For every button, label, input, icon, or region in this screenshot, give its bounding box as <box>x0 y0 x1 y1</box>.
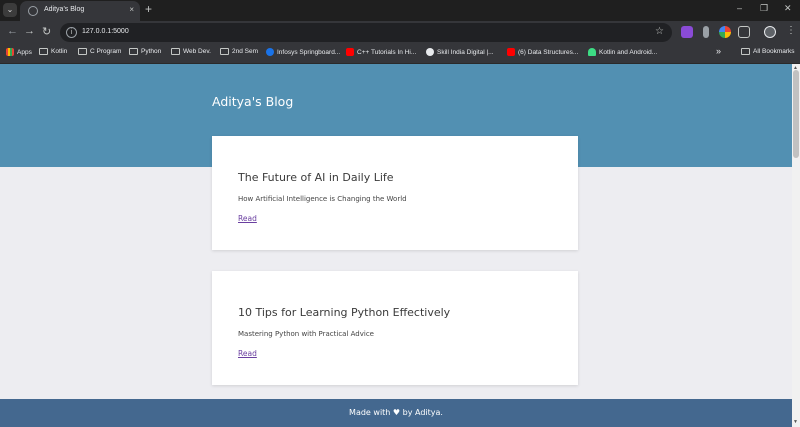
bookmark-data-structures[interactable]: (6) Data Structures... <box>507 48 578 56</box>
post-title: 10 Tips for Learning Python Effectively <box>238 306 451 319</box>
url-text: 127.0.0.1:5000 <box>82 28 129 35</box>
post-title: The Future of AI in Daily Life <box>238 171 394 184</box>
bookmark-label: Kotlin <box>51 48 68 55</box>
microphone-icon[interactable] <box>703 26 709 38</box>
window-close-icon[interactable]: ✕ <box>784 3 792 14</box>
bookmark-label: Apps <box>17 48 32 56</box>
minimize-icon[interactable]: – <box>737 3 742 13</box>
youtube-icon <box>507 48 515 56</box>
bookmark-skill-india[interactable]: Skill India Digital |... <box>426 48 494 56</box>
vertical-scrollbar[interactable]: ▲ ▼ <box>792 64 800 427</box>
bookmark-kotlin-android[interactable]: Kotlin and Android... <box>588 48 657 56</box>
skill-india-icon <box>426 48 434 56</box>
post-card: 10 Tips for Learning Python Effectively … <box>212 271 578 385</box>
globe-icon <box>28 6 38 16</box>
bookmark-label: C++ Tutorials In Hi... <box>357 48 417 56</box>
profile-avatar-icon[interactable] <box>764 26 776 38</box>
bookmarks-bar: Apps Kotlin C Program Python Web Dev. 2n… <box>0 44 800 64</box>
more-bookmarks-chevron-icon[interactable]: » <box>716 46 721 56</box>
bookmark-label: 2nd Sem <box>232 48 259 55</box>
folder-icon <box>220 48 229 55</box>
post-subtitle: Mastering Python with Practical Advice <box>238 330 374 338</box>
tab-strip: ⌄ Aditya's Blog × + – ❐ ✕ <box>0 0 800 21</box>
post-card: The Future of AI in Daily Life How Artif… <box>212 136 578 250</box>
apps-grid-icon <box>6 48 14 56</box>
bookmark-star-icon[interactable]: ☆ <box>655 26 664 37</box>
read-link[interactable]: Read <box>238 214 257 223</box>
maximize-icon[interactable]: ❐ <box>760 3 768 14</box>
tab-title: Aditya's Blog <box>44 6 85 13</box>
tab-search-icon[interactable]: ⌄ <box>3 3 17 17</box>
bookmark-folder-python[interactable]: Python <box>129 48 161 55</box>
bookmark-label: Kotlin and Android... <box>599 48 658 56</box>
reload-icon[interactable]: ↻ <box>42 25 51 38</box>
folder-icon <box>78 48 87 55</box>
tab-close-icon[interactable]: × <box>129 5 134 14</box>
youtube-icon <box>346 48 354 56</box>
bookmark-label: (6) Data Structures... <box>518 48 579 56</box>
scroll-down-icon[interactable]: ▼ <box>793 419 798 425</box>
site-info-icon[interactable]: i <box>66 27 77 38</box>
folder-icon <box>741 48 750 55</box>
web-page: Aditya's Blog The Future of AI in Daily … <box>0 64 792 427</box>
all-bookmarks-button[interactable]: All Bookmarks <box>741 48 795 55</box>
browser-tab[interactable]: Aditya's Blog × <box>20 1 140 21</box>
bookmark-label: Python <box>141 48 162 55</box>
android-icon <box>588 48 596 56</box>
bookmark-cpp-tutorials[interactable]: C++ Tutorials In Hi... <box>346 48 416 56</box>
kebab-menu-icon[interactable]: ⋮ <box>786 25 796 36</box>
extension-icon[interactable] <box>681 26 693 38</box>
bookmark-label: Infosys Springboard... <box>277 48 341 56</box>
browser-toolbar: ← → ↻ i 127.0.0.1:5000 ☆ ⋮ <box>0 21 800 44</box>
folder-icon <box>39 48 48 55</box>
site-footer: Made with ♥ by Aditya. <box>0 399 792 427</box>
bookmark-label: All Bookmarks <box>753 48 795 55</box>
bookmark-apps[interactable]: Apps <box>6 48 32 56</box>
infosys-icon <box>266 48 274 56</box>
address-bar[interactable]: i 127.0.0.1:5000 ☆ <box>60 23 672 42</box>
folder-icon <box>129 48 138 55</box>
bookmark-label: C Program <box>90 48 122 55</box>
bookmark-folder-2nd-sem[interactable]: 2nd Sem <box>220 48 258 55</box>
scrollbar-thumb[interactable] <box>793 70 799 158</box>
forward-arrow-icon[interactable]: → <box>24 25 35 37</box>
bookmark-label: Skill India Digital |... <box>437 48 494 56</box>
footer-text: Made with ♥ by Aditya. <box>349 408 443 417</box>
post-subtitle: How Artificial Intelligence is Changing … <box>238 195 407 203</box>
bookmark-folder-c-program[interactable]: C Program <box>78 48 121 55</box>
bookmark-infosys[interactable]: Infosys Springboard... <box>266 48 340 56</box>
puzzle-icon[interactable] <box>738 26 750 38</box>
read-link[interactable]: Read <box>238 349 257 358</box>
chrome-extension-icon[interactable] <box>719 26 731 38</box>
back-arrow-icon[interactable]: ← <box>7 25 18 37</box>
bookmark-folder-kotlin[interactable]: Kotlin <box>39 48 67 55</box>
folder-icon <box>171 48 180 55</box>
bookmark-folder-web-dev[interactable]: Web Dev. <box>171 48 211 55</box>
new-tab-button[interactable]: + <box>145 2 152 16</box>
site-title: Aditya's Blog <box>212 94 294 109</box>
bookmark-label: Web Dev. <box>183 48 211 55</box>
